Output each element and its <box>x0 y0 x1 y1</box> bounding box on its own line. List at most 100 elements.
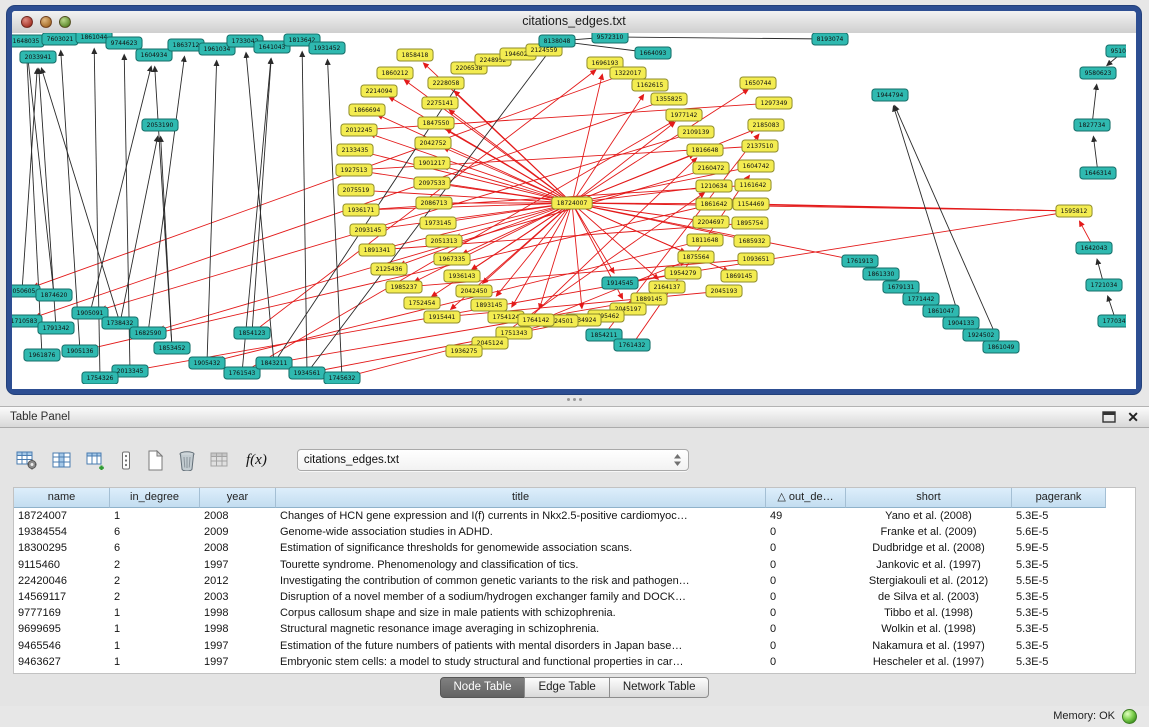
graph-node[interactable]: 1847550 <box>418 117 454 129</box>
graph-edge[interactable] <box>61 51 80 351</box>
tab-edge-table[interactable]: Edge Table <box>524 677 609 698</box>
graph-edge[interactable] <box>90 67 151 313</box>
select-rows-button[interactable] <box>120 451 132 470</box>
graph-node[interactable]: 8138048 <box>539 35 575 47</box>
graph-node[interactable]: 1770342 <box>1098 315 1126 327</box>
network-window[interactable]: citations_edges.txt 18724007185841818602… <box>7 6 1141 394</box>
graph-node[interactable]: 2053190 <box>142 119 178 131</box>
network-svg[interactable]: 1872400718584181860212221409418666942012… <box>12 33 1126 384</box>
graph-node[interactable]: 1927513 <box>336 164 372 176</box>
show-columns-button[interactable] <box>52 451 72 469</box>
graph-edge[interactable] <box>302 52 307 373</box>
table-row[interactable]: 946554611997Estimation of the future num… <box>14 638 1135 654</box>
graph-node[interactable]: 1162615 <box>632 79 668 91</box>
graph-node[interactable]: 1961876 <box>24 349 60 361</box>
graph-node[interactable]: 1934561 <box>289 367 325 379</box>
graph-node[interactable]: 1954279 <box>665 267 701 279</box>
graph-node[interactable]: 1664093 <box>635 47 671 59</box>
graph-node[interactable]: 1901217 <box>414 157 450 169</box>
graph-node[interactable]: 1721034 <box>1086 279 1122 291</box>
graph-node[interactable]: 1648035 <box>12 35 44 47</box>
graph-edge[interactable] <box>483 203 572 283</box>
graph-edge[interactable] <box>373 203 572 210</box>
graph-node[interactable]: 1931452 <box>309 42 345 54</box>
graph-node[interactable]: 1944794 <box>872 89 908 101</box>
table-row[interactable]: 2242004622012Investigating the contribut… <box>14 573 1135 589</box>
graph-node[interactable]: 1679131 <box>883 281 919 293</box>
graph-node[interactable]: 1967335 <box>434 253 470 265</box>
delete-table-button[interactable] <box>178 450 196 471</box>
close-panel-icon[interactable]: ✕ <box>1127 410 1139 424</box>
graph-node[interactable]: 1682590 <box>130 327 166 339</box>
column-header-in_degree[interactable]: in_degree <box>110 488 200 508</box>
graph-node[interactable]: 1973145 <box>420 217 456 229</box>
graph-node[interactable]: 1860212 <box>377 67 413 79</box>
graph-node[interactable]: 1745632 <box>324 372 360 384</box>
graph-node[interactable]: 1764142 <box>518 314 554 326</box>
graph-node[interactable]: 1161642 <box>735 179 771 191</box>
graph-node[interactable]: 2185083 <box>748 119 784 131</box>
graph-node[interactable]: 1154469 <box>733 198 769 210</box>
table-row[interactable]: 911546021997Tourette syndrome. Phenomeno… <box>14 557 1135 573</box>
graph-node[interactable]: 2125436 <box>371 263 407 275</box>
graph-node[interactable]: 9744623 <box>106 37 142 49</box>
column-header-pagerank[interactable]: pagerank <box>1012 488 1106 508</box>
graph-edge[interactable] <box>161 137 172 348</box>
graph-node[interactable]: 2097533 <box>414 177 450 189</box>
graph-edge[interactable] <box>242 59 271 373</box>
graph-node[interactable]: 1936275 <box>446 345 482 357</box>
table-row[interactable]: 1938455462009Genome-wide association stu… <box>14 524 1135 540</box>
graph-edge[interactable] <box>27 53 54 295</box>
graph-edge[interactable] <box>27 53 42 355</box>
graph-node[interactable]: 18724007 <box>552 197 592 209</box>
graph-node[interactable]: 1827734 <box>1074 119 1110 131</box>
graph-node[interactable]: 1874620 <box>36 289 72 301</box>
graph-node[interactable]: 1811648 <box>687 234 723 246</box>
graph-node[interactable]: 1595812 <box>1056 205 1092 217</box>
graph-node[interactable]: 1977142 <box>666 109 702 121</box>
graph-node[interactable]: 1210634 <box>696 180 732 192</box>
table-row[interactable]: 1456911722003Disruption of a novel membe… <box>14 589 1135 605</box>
graph-node[interactable]: 1869145 <box>721 270 757 282</box>
graph-node[interactable]: 8193074 <box>812 33 848 45</box>
graph-node[interactable]: 1861047 <box>923 305 959 317</box>
network-canvas[interactable]: 1872400718584181860212221409418666942012… <box>12 33 1136 389</box>
graph-node[interactable]: 1924502 <box>963 329 999 341</box>
graph-node[interactable]: 1936143 <box>444 270 480 282</box>
graph-node[interactable]: 1893145 <box>471 299 507 311</box>
table-row[interactable]: 1830029562008Estimation of significance … <box>14 540 1135 556</box>
graph-edge[interactable] <box>450 110 572 203</box>
graph-node[interactable]: 1905136 <box>62 345 98 357</box>
graph-node[interactable]: 2204697 <box>693 216 729 228</box>
graph-node[interactable]: 1685932 <box>734 235 770 247</box>
create-column-button[interactable] <box>86 451 106 470</box>
graph-node[interactable]: 2275141 <box>422 97 458 109</box>
import-table-button[interactable] <box>210 451 230 469</box>
table-row[interactable]: 1872400712008Changes of HCN gene express… <box>14 508 1135 524</box>
tab-network-table[interactable]: Network Table <box>609 677 710 698</box>
graph-node[interactable]: 1861330 <box>863 268 899 280</box>
graph-node[interactable]: 1875564 <box>678 251 714 263</box>
graph-edge[interactable] <box>751 204 1062 211</box>
graph-node[interactable]: 2042450 <box>456 285 492 297</box>
table-row[interactable]: 946362711997Embryonic stem cells: a mode… <box>14 654 1135 670</box>
graph-node[interactable]: 1322017 <box>610 67 646 79</box>
graph-node[interactable]: 2164137 <box>649 281 685 293</box>
column-header-name[interactable]: name <box>14 488 110 508</box>
graph-edge[interactable] <box>572 75 602 203</box>
table-mode-button[interactable] <box>16 450 38 470</box>
graph-node[interactable]: 1866694 <box>349 104 385 116</box>
graph-edge[interactable] <box>572 203 848 259</box>
graph-node[interactable]: 1854123 <box>234 327 270 339</box>
graph-node[interactable]: 2160472 <box>693 162 729 174</box>
graph-node[interactable]: 1816648 <box>687 144 723 156</box>
graph-edge[interactable] <box>94 49 100 378</box>
graph-node[interactable]: 1905432 <box>189 357 225 369</box>
graph-edge[interactable] <box>120 137 158 323</box>
panel-divider-handle[interactable] <box>560 395 588 403</box>
graph-node[interactable]: 1914545 <box>602 277 638 289</box>
graph-node[interactable]: 1355825 <box>651 93 687 105</box>
graph-node[interactable]: 1604934 <box>136 49 172 61</box>
graph-edge[interactable] <box>33 73 628 287</box>
graph-node[interactable]: 1754326 <box>82 372 118 384</box>
